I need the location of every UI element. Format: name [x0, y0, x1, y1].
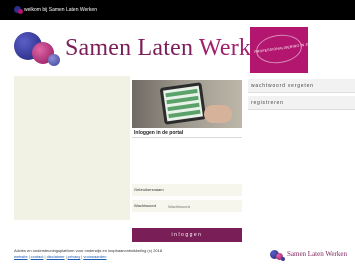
username-row: Gebruikersnaam: [132, 184, 242, 196]
password-field[interactable]: [166, 201, 238, 211]
hand-image: [204, 105, 232, 123]
password-row: Wachtwoord: [132, 200, 242, 212]
main-content: Inloggen in de portal Gebruikersnaam Wac…: [0, 76, 355, 242]
app-logo-icon: [14, 6, 23, 14]
title-bar: welkom bij Samen Laten Werken: [0, 0, 355, 20]
login-panel: Inloggen in de portal Gebruikersnaam Wac…: [132, 76, 242, 242]
brand-name: Samen Laten Werken: [65, 35, 274, 62]
password-label: Wachtwoord: [134, 203, 157, 208]
separator: |: [28, 254, 30, 259]
footer-link-contact[interactable]: contact: [31, 254, 44, 259]
footer-link-voorwaarden[interactable]: voorwaarden: [83, 254, 106, 259]
username-label: Gebruikersnaam: [134, 187, 164, 192]
phone-photo: [132, 80, 242, 128]
left-panel: [14, 76, 130, 220]
brand-name-part1: Samen Laten: [65, 35, 199, 61]
login-title: Inloggen in de portal: [134, 130, 184, 136]
footer-link-disclaimer[interactable]: disclaimer: [47, 254, 65, 259]
phone-screen: [163, 85, 203, 122]
promo-banner: PROFESSIONALISERING IN JE BEROEP: [250, 27, 308, 73]
separator: |: [44, 254, 46, 259]
footer-description: Advies en ondersteuningsplatform voor on…: [14, 248, 163, 253]
login-button[interactable]: inloggen: [132, 228, 242, 242]
divider: [132, 137, 242, 138]
brand-logo-icon: [14, 28, 62, 68]
footer-links: website|contact|disclaimer|privacy|voorw…: [14, 254, 106, 259]
footer-brand: Samen Laten Werken: [287, 250, 347, 258]
footer-link-website[interactable]: website: [14, 254, 28, 259]
separator: |: [65, 254, 67, 259]
forgot-password-link[interactable]: wachtwoord vergeten: [248, 79, 355, 93]
side-links: wachtwoord vergeten registreren: [248, 76, 355, 220]
phone-image: [159, 82, 207, 125]
footer-logo-icon: [270, 249, 286, 262]
register-link[interactable]: registreren: [248, 96, 355, 110]
footer-link-privacy[interactable]: privacy: [68, 254, 81, 259]
window-title: welkom bij Samen Laten Werken: [24, 7, 97, 13]
